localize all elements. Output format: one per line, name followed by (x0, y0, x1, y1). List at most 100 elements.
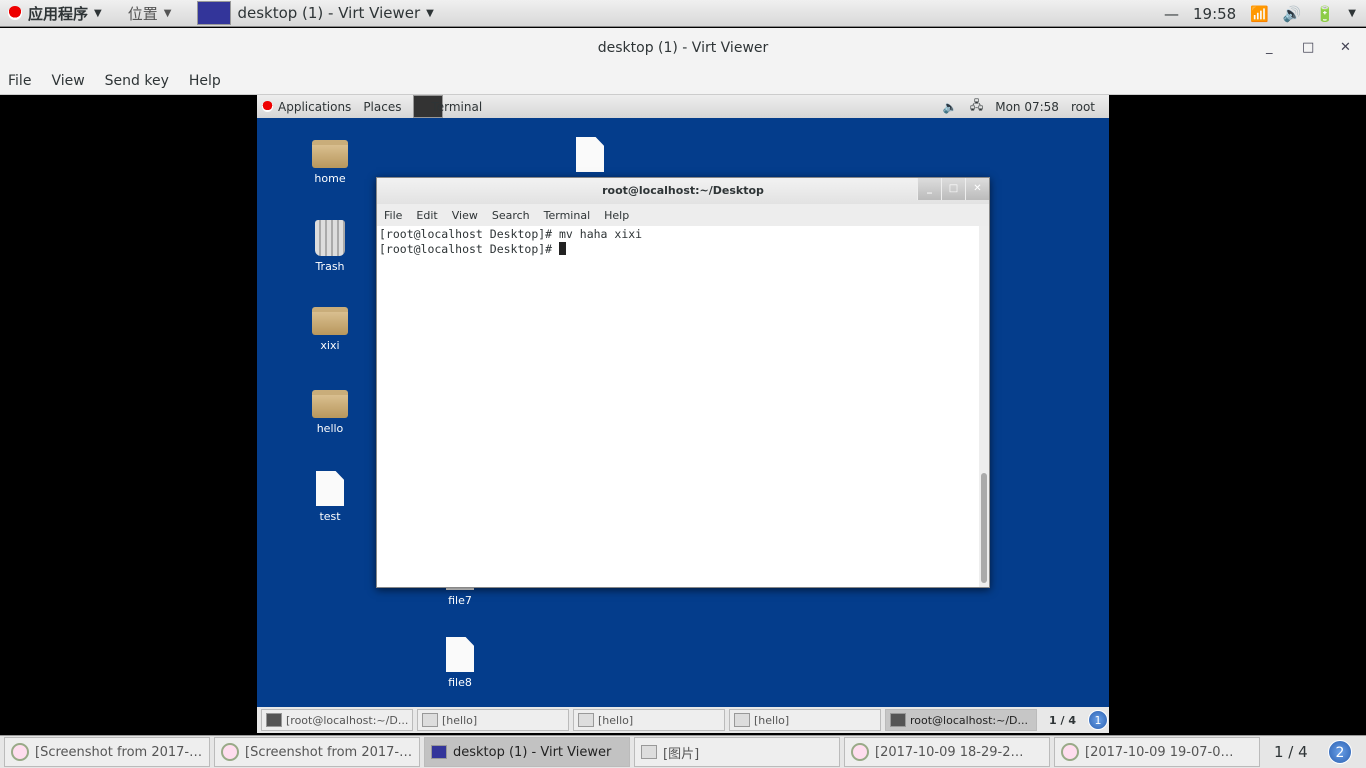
home-folder-icon (312, 140, 348, 168)
menu-view[interactable]: View (452, 209, 478, 222)
network-icon[interactable]: 🖧 (970, 96, 983, 117)
task-label: [图片] (663, 746, 700, 762)
terminal-titlebar[interactable]: root@localhost:~/Desktop _ □ ✕ (377, 178, 989, 204)
close-button[interactable]: ✕ (1340, 28, 1351, 68)
task-label: [root@localhost:~/D... (286, 713, 409, 727)
close-button[interactable]: ✕ (965, 178, 989, 200)
guest-applications-menu[interactable]: Applications (278, 100, 351, 114)
folder-icon (312, 307, 348, 335)
terminal-prompt: [root@localhost Desktop]# (379, 242, 560, 256)
terminal-icon (890, 713, 906, 727)
desktop-icon-trash[interactable]: Trash (295, 220, 365, 273)
image-viewer-icon (221, 743, 239, 761)
menu-view[interactable]: View (51, 73, 84, 89)
window-menu[interactable]: desktop (1) - Virt Viewer ▼ (197, 1, 434, 25)
host-taskbar: [Screenshot from 2017-… [Screenshot from… (0, 735, 1366, 768)
applications-menu[interactable]: 应用程序 ▼ (8, 3, 102, 24)
image-viewer-icon (851, 743, 869, 761)
guest-places-menu[interactable]: Places (363, 100, 401, 114)
menu-edit[interactable]: Edit (416, 209, 437, 222)
guest-task-hello[interactable]: [hello] (573, 709, 725, 731)
terminal-title: root@localhost:~/Desktop (602, 184, 764, 197)
terminal-window: root@localhost:~/Desktop _ □ ✕ File Edit V… (376, 177, 990, 588)
window-label: desktop (1) - Virt Viewer (237, 4, 421, 22)
terminal-line: [root@localhost Desktop]# mv haha xixi (379, 227, 643, 241)
chevron-down-icon: ▼ (163, 7, 172, 19)
maximize-button[interactable]: □ (1302, 28, 1314, 68)
folder-icon (312, 390, 348, 418)
terminal-output[interactable]: [root@localhost Desktop]# mv haha xixi [r… (377, 226, 979, 587)
desktop-icon-xixi[interactable]: xixi (295, 307, 365, 352)
desktop-icon-test[interactable]: test (295, 471, 365, 523)
minimize-button[interactable]: _ (1266, 28, 1273, 68)
guest-task-hello[interactable]: [hello] (417, 709, 569, 731)
trash-icon (315, 220, 345, 256)
monitor-icon (197, 1, 232, 25)
task-label: [hello] (598, 713, 634, 727)
guest-task-terminal-active[interactable]: root@localhost:~/D... (885, 709, 1037, 731)
clock[interactable]: 19:58 (1193, 5, 1236, 23)
workspace-pager[interactable]: 1 / 4 (1274, 743, 1324, 761)
task-label: [2017-10-09 19-07-0… (1085, 744, 1234, 760)
host-task-virt-viewer[interactable]: desktop (1) - Virt Viewer (424, 737, 630, 767)
guest-user-menu[interactable]: root (1071, 100, 1095, 114)
volume-icon[interactable]: 🔈 (943, 100, 958, 114)
notification-badge[interactable]: 2 (1328, 740, 1352, 764)
guest-task-terminal[interactable]: [root@localhost:~/D... (261, 709, 413, 731)
file-icon (316, 471, 344, 506)
menu-file[interactable]: File (8, 73, 31, 89)
battery-icon[interactable]: 🔋 (1316, 5, 1335, 23)
places-menu[interactable]: 位置 ▼ (128, 3, 172, 24)
task-label: [hello] (442, 713, 478, 727)
viewer-titlebar: desktop (1) - Virt Viewer _ □ ✕ (0, 28, 1366, 68)
menu-send-key[interactable]: Send key (105, 73, 169, 89)
chevron-down-icon[interactable]: ▼ (1348, 8, 1356, 19)
system-tray[interactable]: — 19:58 📶 🔊 🔋 ▼ (1164, 0, 1356, 27)
menu-help[interactable]: Help (189, 73, 221, 89)
maximize-button[interactable]: □ (941, 178, 965, 200)
scrollbar[interactable] (979, 226, 989, 587)
guest-tray: 🔈 🖧 Mon 07:58 root (943, 95, 1095, 118)
minimize-button[interactable]: _ (917, 178, 941, 200)
menu-file[interactable]: File (384, 209, 402, 222)
desktop-icon-hello[interactable]: hello (295, 390, 365, 435)
desktop-icon-file8[interactable]: file8 (425, 637, 495, 689)
task-label: [Screenshot from 2017-… (245, 744, 413, 760)
cursor (559, 242, 567, 255)
file-cabinet-icon (578, 713, 594, 727)
file-cabinet-icon (422, 713, 438, 727)
desktop-icon-file[interactable] (555, 137, 625, 176)
task-label: desktop (1) - Virt Viewer (453, 744, 612, 760)
file-cabinet-icon (734, 713, 750, 727)
guest-terminal-menu[interactable]: Terminal (431, 100, 482, 114)
scrollbar-thumb[interactable] (981, 473, 987, 583)
menu-help[interactable]: Help (604, 209, 629, 222)
volume-icon[interactable]: 🔊 (1283, 5, 1302, 23)
icon-label: xixi (320, 339, 340, 352)
host-task-image[interactable]: [2017-10-09 18-29-2… (844, 737, 1050, 767)
task-label: root@localhost:~/D... (910, 713, 1029, 727)
icon-label: test (319, 510, 341, 523)
applications-label: 应用程序 (28, 4, 89, 23)
wifi-icon[interactable]: 📶 (1250, 5, 1269, 23)
menu-terminal[interactable]: Terminal (544, 209, 591, 222)
notification-badge[interactable]: 1 (1087, 710, 1108, 730)
icon-label: file7 (448, 594, 472, 607)
menu-search[interactable]: Search (492, 209, 530, 222)
host-task-screenshot[interactable]: [Screenshot from 2017-… (4, 737, 210, 767)
icon-label: Trash (315, 260, 345, 273)
redhat-icon (262, 101, 273, 112)
guest-clock[interactable]: Mon 07:58 (995, 100, 1059, 114)
viewer-menubar: File View Send key Help (0, 68, 1366, 95)
image-viewer-icon (1061, 743, 1079, 761)
guest-task-hello[interactable]: [hello] (729, 709, 881, 731)
icon-label: hello (316, 422, 344, 435)
host-task-image[interactable]: [2017-10-09 19-07-0… (1054, 737, 1260, 767)
viewer-title: desktop (1) - Virt Viewer (597, 40, 769, 56)
host-task-pictures[interactable]: [图片] (634, 737, 840, 767)
file-icon (446, 637, 474, 672)
workspace-pager[interactable]: 1 / 4 (1049, 714, 1076, 727)
desktop-icon-home[interactable]: home (295, 140, 365, 185)
guest-desktop[interactable]: Applications Places Terminal 🔈 🖧 Mon 07:… (257, 95, 1109, 733)
host-task-screenshot[interactable]: [Screenshot from 2017-… (214, 737, 420, 767)
